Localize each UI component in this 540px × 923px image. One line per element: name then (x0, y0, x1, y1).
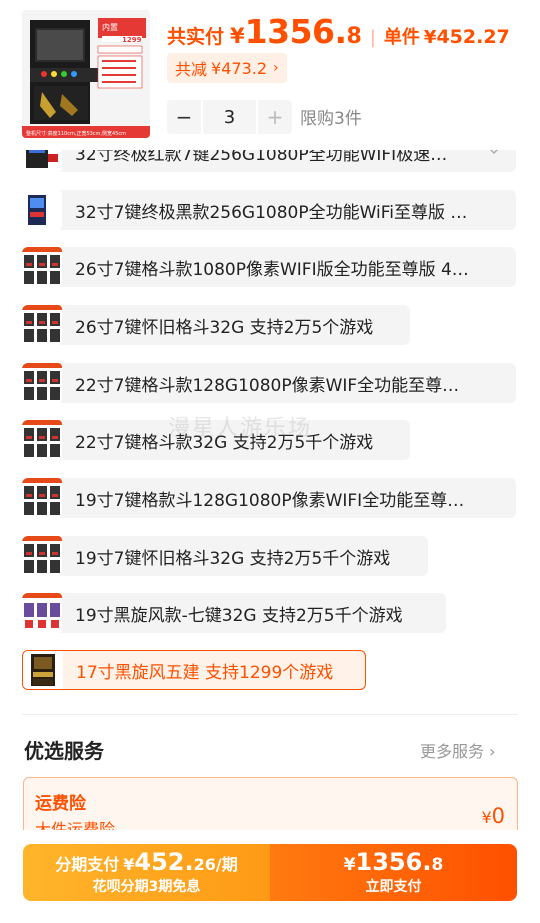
more-services-link[interactable]: 更多服务 › (420, 738, 496, 762)
service-price-value: 0 (491, 804, 505, 828)
currency-symbol: ¥ (481, 808, 492, 827)
currency-symbol: ¥ (343, 855, 356, 875)
service-name: 运费险 (35, 794, 86, 814)
sku-option-label: 19寸黑旋风款-七键32G 支持2万5千个游戏 (75, 605, 403, 626)
installment-amount-decimal: 26 (193, 855, 216, 874)
sku-option[interactable]: 19寸7键怀旧格斗32G 支持2万5千个游戏 (22, 536, 428, 576)
sku-option-selected[interactable]: 17寸黑旋风五建 支持1299个游戏 (22, 650, 366, 690)
product-image: 内置 1299 整机尺寸:高度110cm,正宽53cm,侧宽45cm (22, 10, 150, 138)
sku-option[interactable]: 26寸7键怀旧格斗32G 支持2万5个游戏 (22, 305, 410, 345)
payment-bar: 分期支付 ¥ 452. 26 /期 花呗分期3期免息 ¥ 1356. 8 立即支… (0, 830, 540, 923)
service-price: ¥0 (481, 804, 505, 828)
total-price-decimal: 8 (346, 24, 362, 49)
decrease-quantity-button[interactable]: − (167, 100, 201, 134)
sku-header: 内置 1299 整机尺寸:高度110cm,正宽53cm,侧宽45cm 共实付 ¥… (0, 0, 540, 150)
installment-label: 分期支付 (55, 855, 120, 874)
thumb-badge-number: 1299 (122, 36, 142, 44)
purchase-limit-text: 限购3件 (300, 109, 362, 129)
chevron-right-icon: › (489, 742, 496, 761)
arcade-grid-thumb (22, 536, 62, 576)
thumb-badge-top: 内置 (102, 22, 118, 32)
installment-pay-button[interactable]: 分期支付 ¥ 452. 26 /期 花呗分期3期免息 (23, 844, 270, 901)
sku-option-label: 19寸7键怀旧格斗32G 支持2万5千个游戏 (75, 548, 391, 569)
sku-option-label: 19寸7键格款斗128G1080P像素WIFI全功能至尊… (75, 490, 465, 511)
sku-option[interactable]: 22寸7键格斗款128G1080P像素WIF全功能至尊… (22, 363, 516, 403)
sku-option-label: 32寸7键终极黑款256G1080P全功能WiFi至尊版 … (75, 202, 468, 223)
quantity-stepper: − 3 + (167, 100, 292, 134)
arcade-grid-thumb (22, 478, 62, 518)
total-price-integer: 1356. (244, 12, 347, 51)
section-divider (22, 714, 518, 715)
sku-option[interactable]: 19寸黑旋风款-七键32G 支持2万5千个游戏 (22, 593, 446, 633)
arcade-grid-thumb (22, 247, 62, 287)
sku-option[interactable]: 32寸7键终极黑款256G1080P全功能WiFi至尊版 … (22, 190, 516, 230)
sku-option[interactable]: 19寸7键格款斗128G1080P像素WIFI全功能至尊… (22, 478, 516, 518)
sku-option-label: 17寸黑旋风五建 支持1299个游戏 (76, 662, 334, 683)
currency-symbol: ¥ (423, 27, 437, 48)
currency-symbol: ¥ (123, 855, 135, 874)
arcade-grid-thumb (22, 420, 62, 460)
quantity-input[interactable]: 3 (203, 100, 256, 134)
pay-now-button[interactable]: ¥ 1356. 8 立即支付 (270, 844, 517, 901)
currency-symbol: ¥ (211, 58, 222, 78)
discount-label: 共减 (175, 60, 208, 79)
currency-symbol: ¥ (230, 24, 245, 48)
sku-option[interactable]: 26寸7键格斗款1080P像素WIFI版全功能至尊版 4… (22, 247, 516, 287)
watermark: 漫星人游乐场 (168, 416, 313, 441)
installment-period: /期 (215, 855, 238, 874)
sku-option-label: 22寸7键格斗款128G1080P像素WIF全功能至尊… (75, 375, 460, 396)
pay-amount-integer: 1356. (355, 848, 432, 876)
total-price-row: 共实付 ¥ 1356. 8 | 单件 ¥ 452.27 (167, 12, 510, 52)
more-services-label: 更多服务 (420, 742, 485, 761)
arcade-cabinet-gold-thumb (23, 651, 63, 689)
unit-price-label: 单件 (383, 27, 420, 48)
discount-badge[interactable]: 共减 ¥ 473.2 › (167, 53, 287, 83)
arcade-grid-thumb (22, 593, 62, 633)
installment-amount-integer: 452. (134, 848, 194, 876)
arcade-cabinet-image: 内置 1299 整机尺寸:高度110cm,正宽53cm,侧宽45cm (22, 10, 150, 138)
price-separator: | (369, 27, 376, 48)
total-price-label: 共实付 (167, 26, 225, 48)
arcade-grid-thumb (22, 305, 62, 345)
pay-amount-decimal: 8 (431, 855, 444, 875)
discount-amount: 473.2 (221, 58, 268, 78)
services-title: 优选服务 (24, 739, 104, 763)
sku-option-label: 26寸7键怀旧格斗32G 支持2万5个游戏 (75, 317, 374, 338)
installment-subtitle: 花呗分期3期免息 (92, 879, 201, 895)
thumb-caption: 整机尺寸:高度110cm,正宽53cm,侧宽45cm (26, 130, 126, 137)
chevron-right-icon: › (273, 60, 279, 76)
increase-quantity-button[interactable]: + (258, 100, 292, 134)
pay-now-label: 立即支付 (365, 879, 422, 895)
arcade-cabinet-blue-thumb (22, 190, 62, 230)
arcade-grid-thumb (22, 363, 62, 403)
unit-price-value: 452.27 (436, 26, 510, 48)
sku-option-label: 26寸7键格斗款1080P像素WIFI版全功能至尊版 4… (75, 259, 469, 280)
